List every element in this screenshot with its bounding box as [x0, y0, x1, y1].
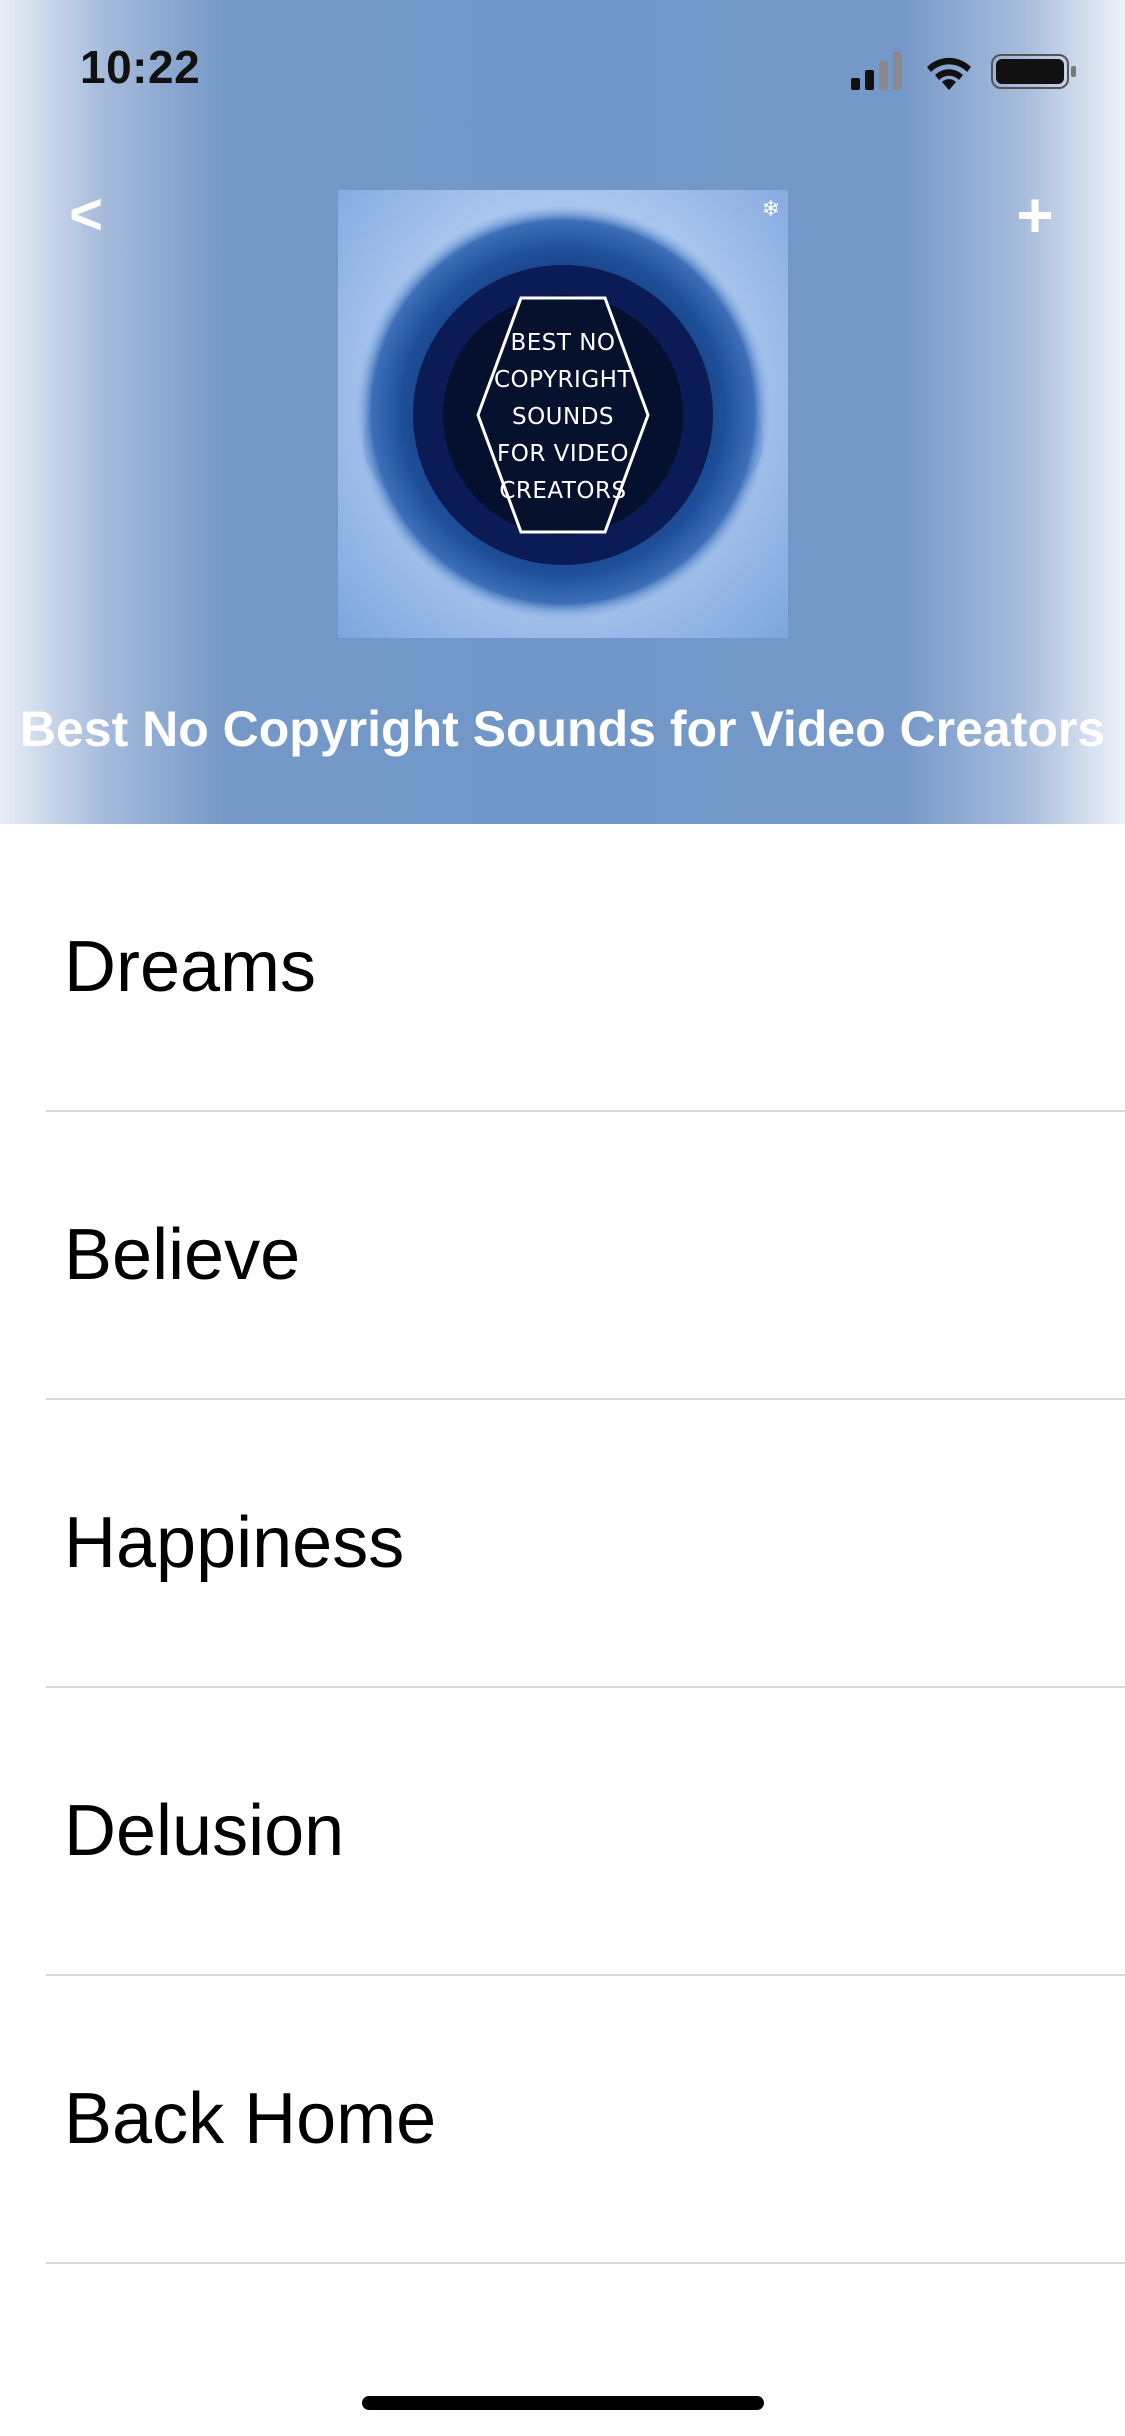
playlist-header: 10:22 < + BEST NO COPYRIGHT SOUNDS FOR V…: [0, 0, 1125, 824]
track-title: Believe: [64, 1215, 301, 1295]
playlist-title: Best No Copyright Sounds for Video Creat…: [19, 701, 1106, 757]
back-icon: <: [69, 182, 103, 247]
track-row[interactable]: Happiness: [46, 1400, 1125, 1688]
add-icon: +: [1016, 179, 1054, 251]
track-title: Back Home: [64, 2079, 437, 2159]
album-artwork-line: SOUNDS: [511, 404, 615, 430]
wifi-icon: [927, 57, 971, 90]
album-artwork-line: COPYRIGHT: [493, 367, 632, 393]
home-indicator[interactable]: [362, 2396, 764, 2410]
back-button[interactable]: <: [56, 180, 116, 250]
track-list: Dreams Believe Happiness Delusion Back H…: [0, 824, 1125, 2264]
add-button[interactable]: +: [1005, 180, 1065, 250]
snowflake-logo-icon: ❄: [761, 196, 780, 221]
status-bar: 10:22: [0, 0, 1125, 132]
track-row[interactable]: Believe: [46, 1112, 1125, 1400]
album-artwork-text: BEST NO COPYRIGHT SOUNDS FOR VIDEO CREAT…: [338, 325, 788, 510]
album-artwork-line: FOR VIDEO: [497, 441, 629, 467]
track-title: Delusion: [64, 1791, 345, 1871]
track-row[interactable]: Delusion: [46, 1688, 1125, 1976]
status-icons: [851, 52, 1076, 90]
track-title: Happiness: [64, 1503, 405, 1583]
album-artwork-line: BEST NO: [510, 330, 616, 356]
track-row[interactable]: Back Home: [46, 1976, 1125, 2264]
album-artwork-line: CREATORS: [499, 478, 627, 504]
signal-icon: [851, 52, 902, 90]
status-time: 10:22: [80, 41, 201, 93]
battery-icon: [991, 54, 1076, 89]
track-title: Dreams: [64, 927, 317, 1007]
track-row[interactable]: Dreams: [46, 824, 1125, 1112]
album-artwork: BEST NO COPYRIGHT SOUNDS FOR VIDEO CREAT…: [338, 190, 788, 638]
